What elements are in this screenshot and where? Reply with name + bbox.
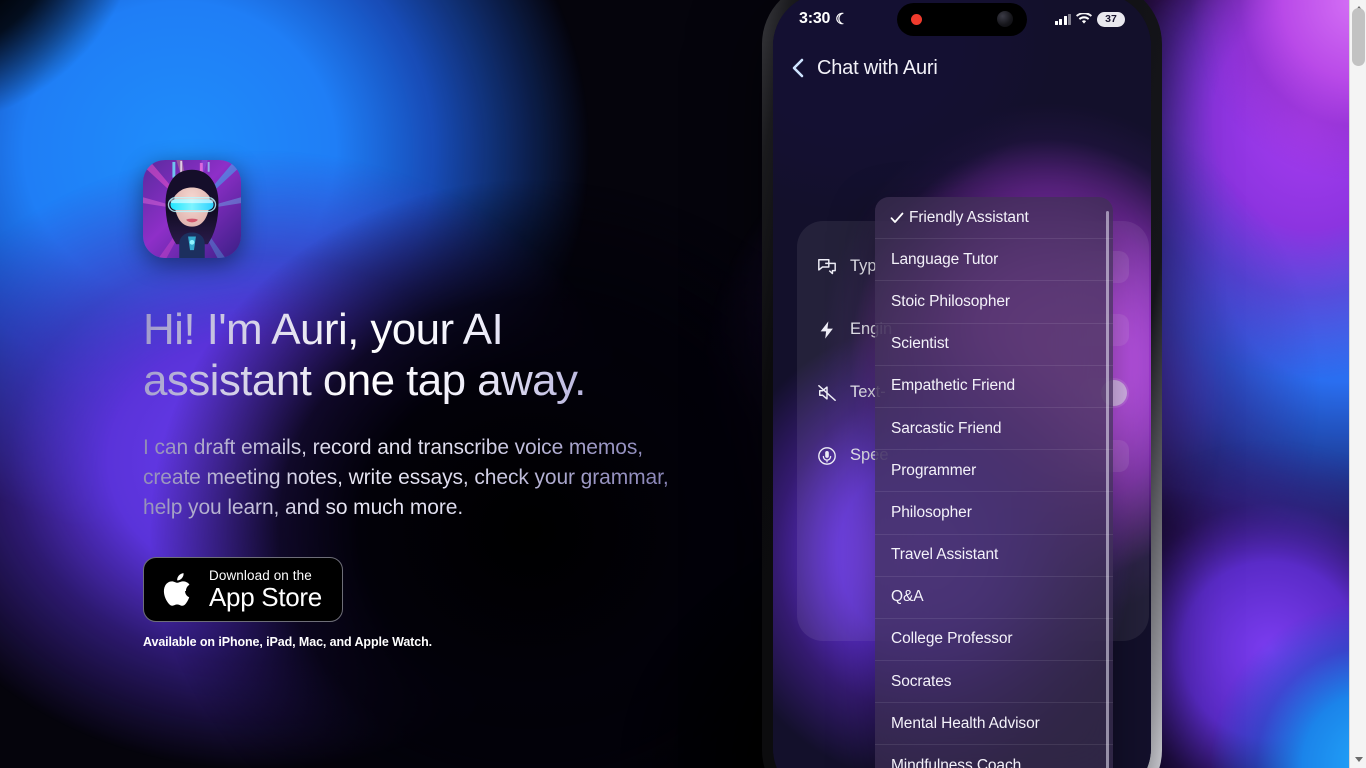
availability-note: Available on iPhone, iPad, Mac, and Appl… bbox=[143, 635, 432, 650]
persona-menu-item-label: Sarcastic Friend bbox=[891, 419, 1002, 437]
persona-menu-item[interactable]: Programmer bbox=[875, 450, 1113, 493]
battery-indicator: 37 bbox=[1097, 11, 1125, 27]
microphone-circle-icon bbox=[818, 446, 836, 465]
persona-menu-list: Friendly Assistant Language Tutor Stoic Ph… bbox=[875, 197, 1113, 768]
persona-menu-item[interactable]: College Professor bbox=[875, 619, 1113, 662]
setting-label-type: Typ bbox=[850, 257, 877, 275]
persona-menu-item-label: Programmer bbox=[891, 461, 977, 479]
persona-menu-item[interactable]: Philosopher bbox=[875, 492, 1113, 535]
scrollbar-thumb[interactable] bbox=[1352, 8, 1365, 66]
persona-menu-item-label: Travel Assistant bbox=[891, 546, 999, 564]
status-time: 3:30 bbox=[799, 10, 831, 27]
hero-subtitle: I can draft emails, record and transcrib… bbox=[143, 433, 673, 523]
app-icon-artwork bbox=[143, 160, 241, 258]
front-camera-icon bbox=[997, 11, 1013, 27]
chevron-left-icon[interactable] bbox=[789, 57, 807, 79]
persona-menu-item-label: Scientist bbox=[891, 335, 949, 353]
persona-menu-item-label: Philosopher bbox=[891, 503, 972, 521]
screen-title: Chat with Auri bbox=[817, 56, 938, 79]
cellular-signal-icon bbox=[1054, 13, 1071, 25]
checkmark-icon bbox=[890, 212, 904, 223]
page-root: Hi! I'm Auri, your AI assistant one tap … bbox=[0, 0, 1366, 768]
app-store-download-button[interactable]: Download on the App Store bbox=[143, 556, 343, 623]
app-store-button-labels: Download on the App Store bbox=[209, 569, 322, 611]
chat-bubbles-icon bbox=[818, 258, 836, 274]
status-bar: 3:30 ☾ 37 bbox=[773, 0, 1151, 45]
persona-menu-item-label: Q&A bbox=[891, 588, 924, 606]
dynamic-island[interactable] bbox=[897, 2, 1027, 36]
lightning-bolt-icon bbox=[820, 320, 833, 339]
persona-menu-item[interactable]: Language Tutor bbox=[875, 239, 1113, 282]
persona-menu-item-label: Language Tutor bbox=[891, 250, 999, 268]
scrollbar-down-arrow[interactable] bbox=[1350, 751, 1366, 768]
persona-menu-item[interactable]: Travel Assistant bbox=[875, 535, 1113, 577]
phone-screen: 3:30 ☾ 37 Chat with Auri Typ Engin Text-… bbox=[773, 0, 1151, 768]
hero-section: Hi! I'm Auri, your AI assistant one tap … bbox=[143, 160, 673, 649]
persona-menu-item-label: Stoic Philosopher bbox=[891, 292, 1010, 310]
persona-menu-item[interactable]: Stoic Philosopher bbox=[875, 281, 1113, 324]
page-title: Hi! I'm Auri, your AI assistant one tap … bbox=[143, 304, 673, 407]
moon-icon: ☾ bbox=[835, 10, 849, 28]
persona-menu-item-label: Mindfulness Coach bbox=[891, 757, 1022, 768]
persona-menu-item-label: Mental Health Advisor bbox=[891, 714, 1040, 732]
phone-mockup: 3:30 ☾ 37 Chat with Auri Typ Engin Text-… bbox=[762, 0, 1162, 768]
persona-menu-item[interactable]: Scientist bbox=[875, 324, 1113, 366]
nav-bar: Chat with Auri bbox=[773, 45, 1151, 91]
persona-menu-item[interactable]: Sarcastic Friend bbox=[875, 408, 1113, 451]
app-icon bbox=[143, 160, 241, 258]
wifi-icon bbox=[1076, 13, 1092, 24]
status-bar-left: 3:30 ☾ bbox=[799, 10, 895, 28]
page-scrollbar[interactable] bbox=[1349, 0, 1366, 768]
persona-menu-item[interactable]: Q&A bbox=[875, 577, 1113, 619]
apple-logo-icon bbox=[163, 572, 190, 606]
persona-menu-item[interactable]: Friendly Assistant bbox=[875, 197, 1113, 240]
persona-menu-item[interactable]: Mindfulness Coach bbox=[875, 745, 1113, 768]
persona-menu-item[interactable]: Socrates bbox=[875, 661, 1113, 704]
speaker-muted-icon bbox=[818, 384, 836, 401]
status-bar-right: 37 bbox=[1029, 11, 1125, 27]
app-store-small-label: Download on the bbox=[209, 567, 312, 583]
app-store-big-label: App Store bbox=[209, 582, 322, 613]
recording-dot-icon bbox=[911, 13, 922, 25]
persona-menu-item-label: Friendly Assistant bbox=[909, 208, 1029, 226]
persona-dropdown-menu[interactable]: Friendly Assistant Language Tutor Stoic Ph… bbox=[875, 197, 1113, 768]
menu-scrollbar[interactable] bbox=[1106, 211, 1109, 768]
persona-menu-item-label: Socrates bbox=[891, 672, 952, 690]
persona-menu-item-label: College Professor bbox=[891, 630, 1013, 648]
persona-menu-item[interactable]: Empathetic Friend bbox=[875, 366, 1113, 408]
persona-menu-item[interactable]: Mental Health Advisor bbox=[875, 703, 1113, 746]
persona-menu-item-label: Empathetic Friend bbox=[891, 377, 1016, 395]
